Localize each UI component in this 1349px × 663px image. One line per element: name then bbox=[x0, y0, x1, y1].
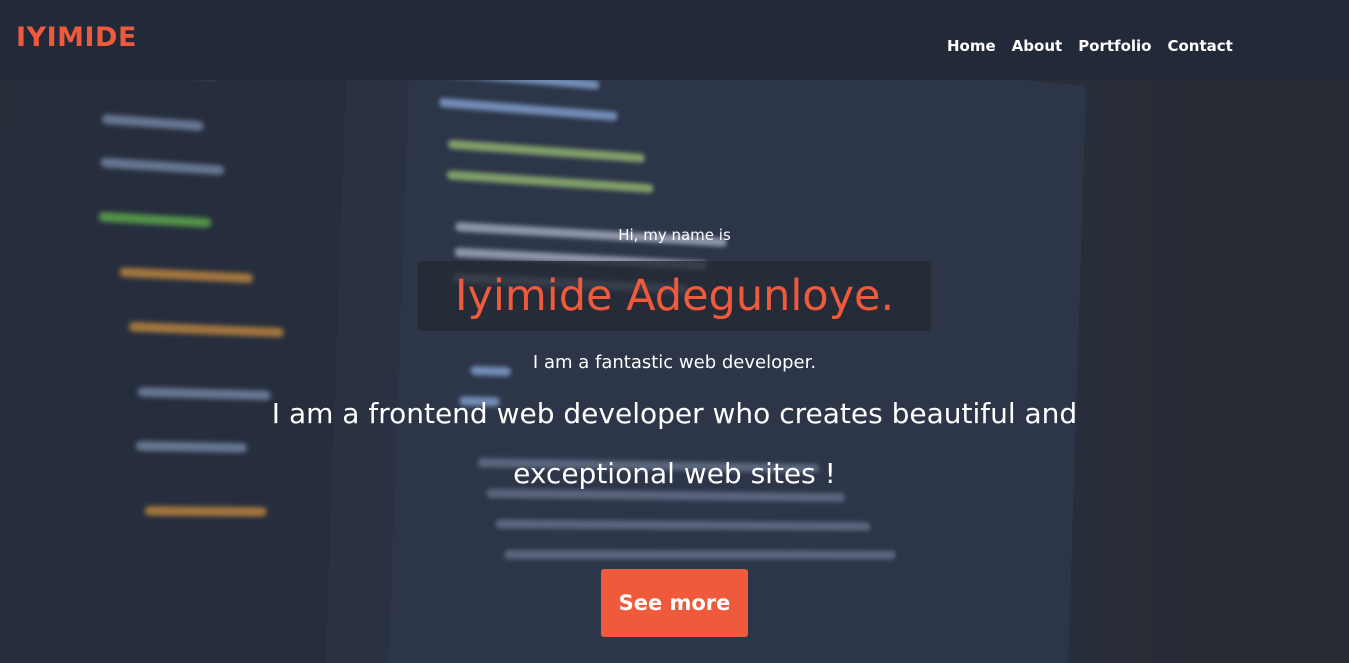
nav-item-about: About bbox=[1012, 36, 1063, 55]
navbar: IYIMIDE Home About Portfolio Contact bbox=[0, 0, 1349, 80]
hero-name-box: Iyimide Adegunloye. bbox=[418, 261, 931, 331]
nav-link-about[interactable]: About bbox=[1012, 37, 1063, 55]
nav-link-contact[interactable]: Contact bbox=[1167, 37, 1232, 55]
nav-item-portfolio: Portfolio bbox=[1078, 36, 1151, 55]
nav-item-contact: Contact bbox=[1167, 36, 1232, 55]
hero-section: Hi, my name is Iyimide Adegunloye. I am … bbox=[0, 0, 1349, 663]
see-more-button[interactable]: See more bbox=[601, 569, 748, 637]
hero-tagline: I am a fantastic web developer. bbox=[532, 352, 817, 373]
nav-item-home: Home bbox=[947, 36, 996, 55]
nav-link-portfolio[interactable]: Portfolio bbox=[1078, 37, 1151, 55]
nav-menu: Home About Portfolio Contact bbox=[947, 36, 1233, 55]
nav-link-home[interactable]: Home bbox=[947, 37, 996, 55]
hero-name: Iyimide Adegunloye. bbox=[454, 271, 895, 321]
hero-description: I am a frontend web developer who create… bbox=[271, 397, 1078, 490]
site-logo[interactable]: IYIMIDE bbox=[16, 22, 137, 53]
hero-intro: Hi, my name is bbox=[618, 226, 731, 244]
